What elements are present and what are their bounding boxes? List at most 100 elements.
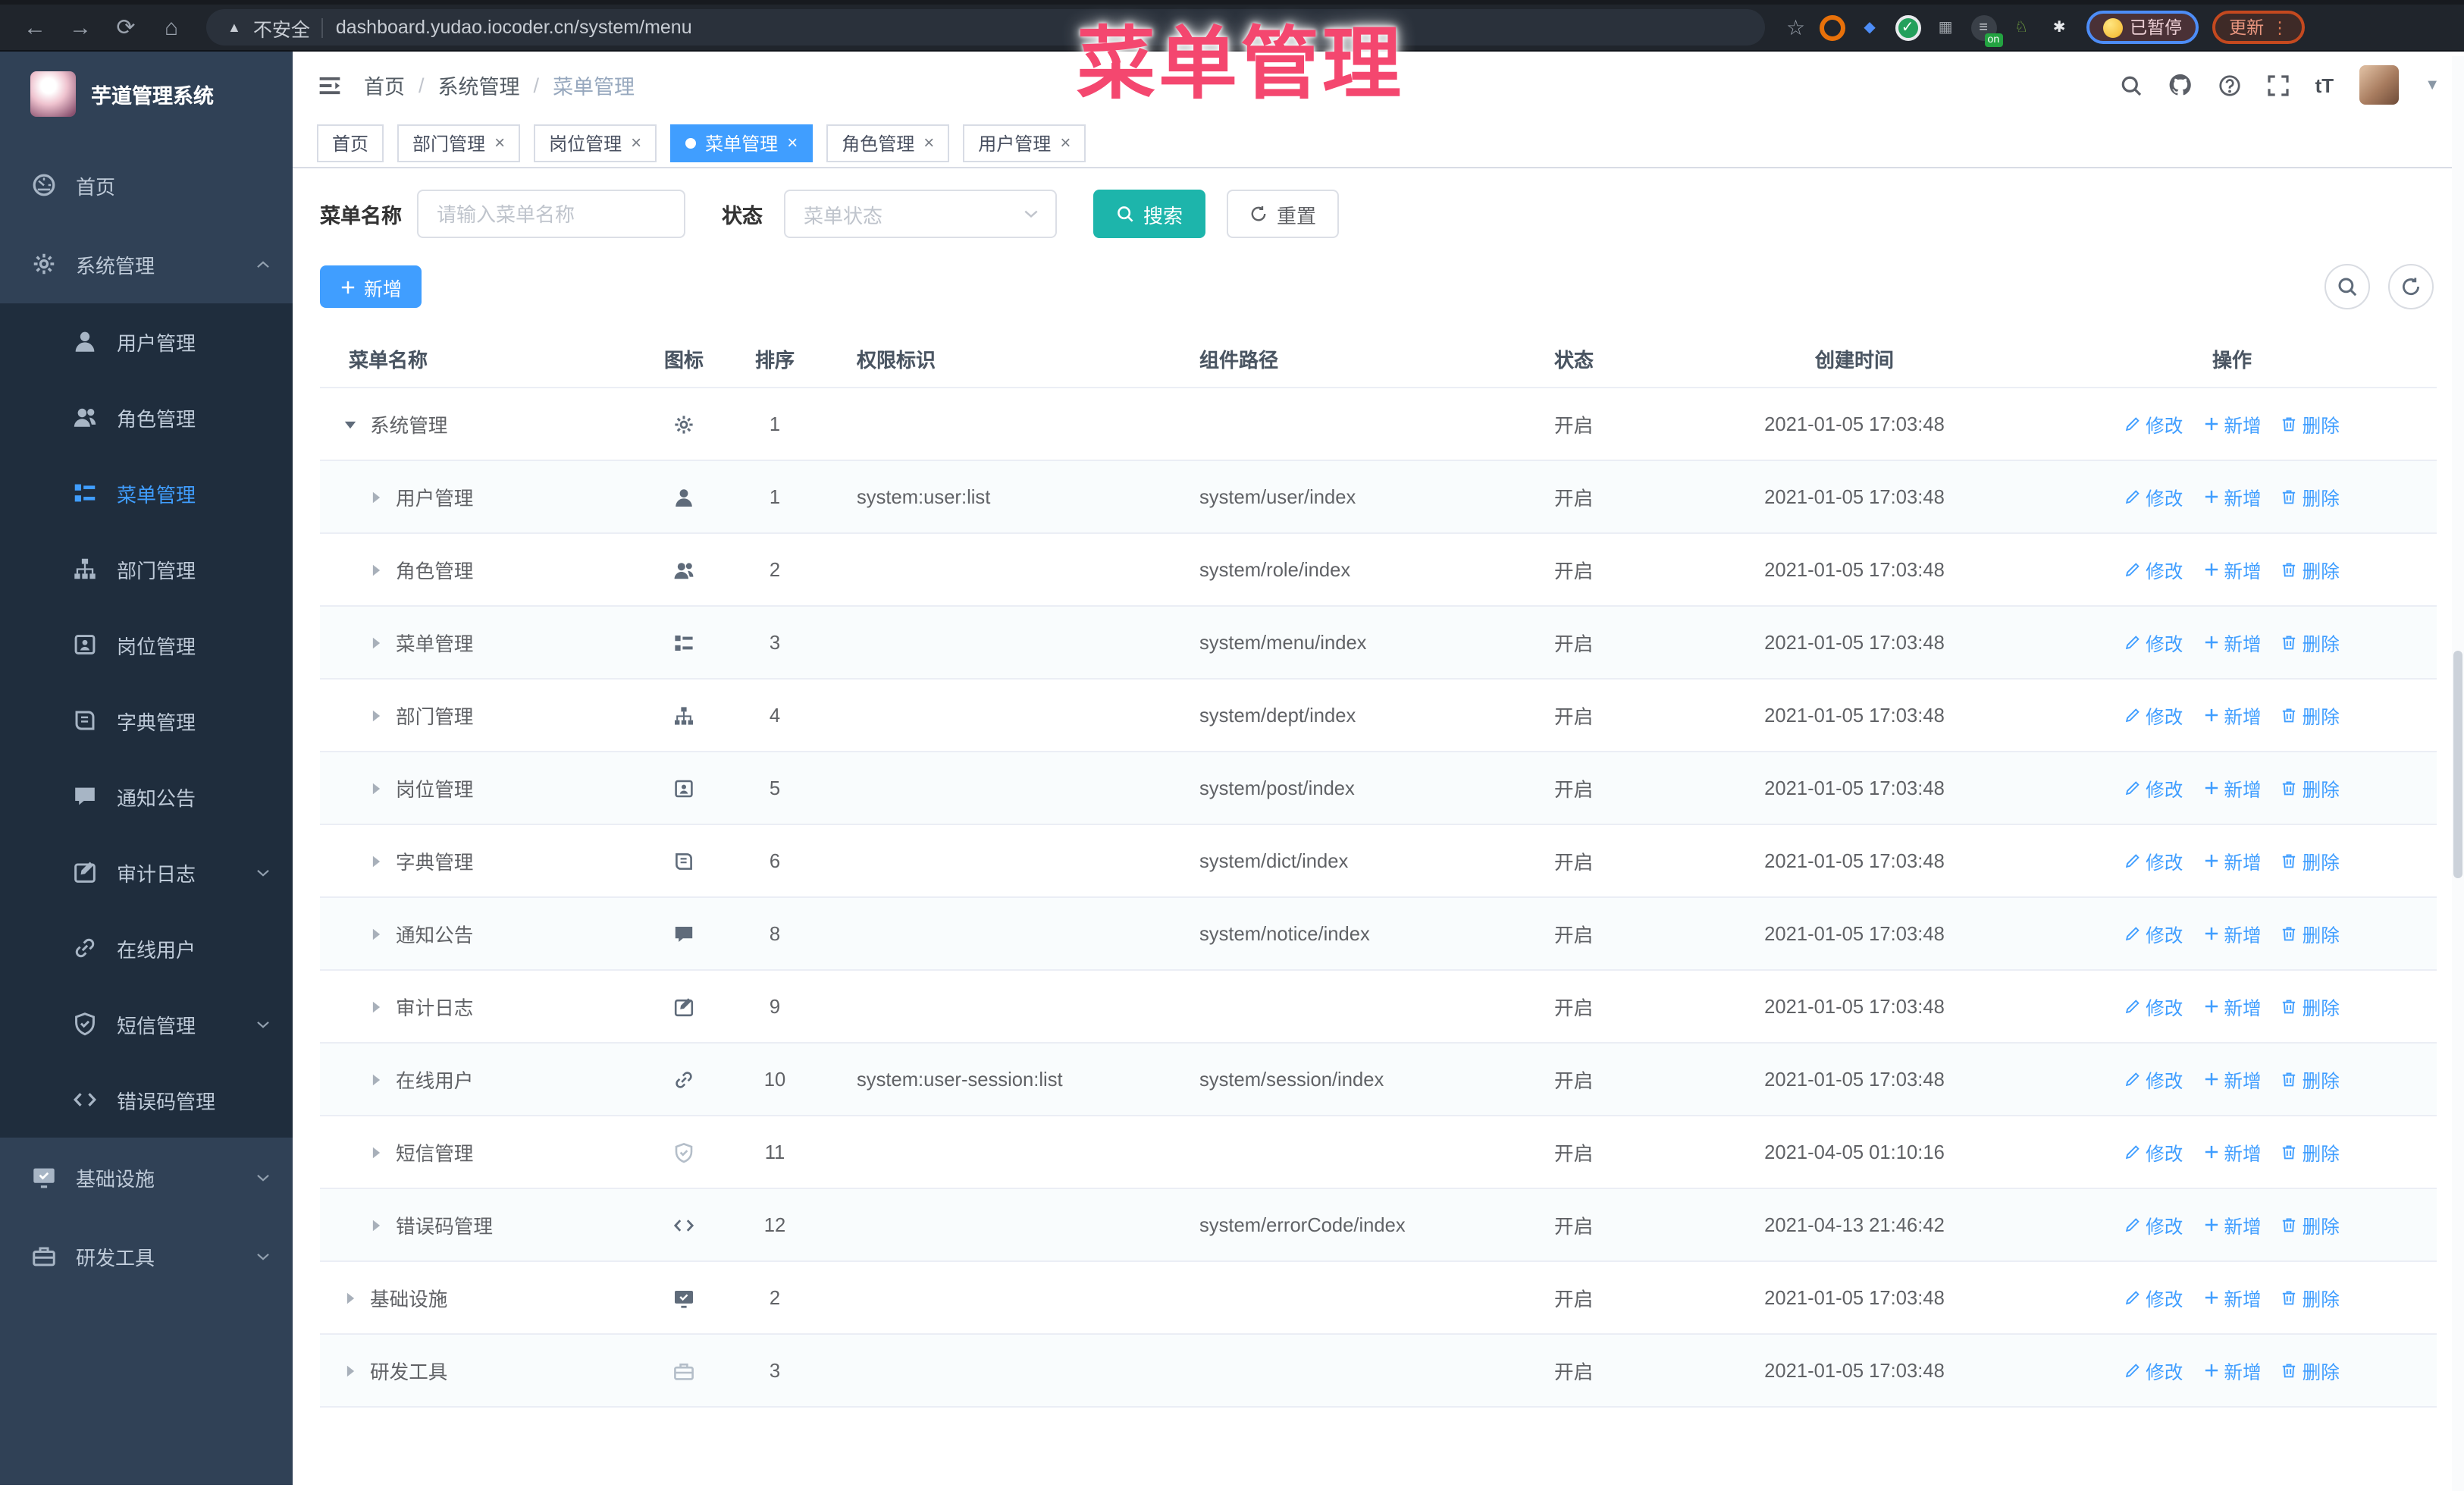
row-action-delete[interactable]: 删除	[2281, 556, 2340, 583]
row-action-delete[interactable]: 删除	[2281, 629, 2340, 656]
sidebar-item-8[interactable]: 通知公告	[0, 758, 293, 834]
expand-row-icon[interactable]	[367, 997, 388, 1015]
update-browser-button[interactable]: 更新 ⋮	[2212, 11, 2306, 44]
row-action-delete[interactable]: 删除	[2281, 483, 2340, 510]
browser-back-icon[interactable]: ←	[15, 9, 55, 46]
row-action-delete[interactable]: 删除	[2281, 774, 2340, 802]
row-action-plus[interactable]: 新增	[2202, 1211, 2262, 1238]
browser-home-icon[interactable]: ⌂	[152, 9, 191, 46]
row-action-edit[interactable]: 修改	[2124, 920, 2183, 947]
row-action-plus[interactable]: 新增	[2202, 1138, 2262, 1166]
row-action-delete[interactable]: 删除	[2281, 702, 2340, 729]
sidebar-item-3[interactable]: 角色管理	[0, 379, 293, 455]
font-size-icon[interactable]: tT	[2315, 74, 2334, 96]
sidebar-item-9[interactable]: 审计日志	[0, 834, 293, 910]
row-action-plus[interactable]: 新增	[2202, 702, 2262, 729]
row-action-delete[interactable]: 删除	[2281, 1357, 2340, 1384]
extension-icon-green-animal[interactable]: ♘	[2008, 14, 2034, 40]
row-action-delete[interactable]: 删除	[2281, 1211, 2340, 1238]
help-icon[interactable]	[2218, 74, 2241, 96]
tab-4[interactable]: 角色管理 ×	[826, 124, 950, 162]
expand-row-icon[interactable]	[367, 852, 388, 870]
expand-row-icon[interactable]	[367, 1143, 388, 1161]
row-action-edit[interactable]: 修改	[2124, 1138, 2183, 1166]
expand-row-icon[interactable]	[341, 1361, 362, 1380]
row-action-plus[interactable]: 新增	[2202, 629, 2262, 656]
expand-row-icon[interactable]	[367, 779, 388, 797]
row-action-plus[interactable]: 新增	[2202, 556, 2262, 583]
row-action-plus[interactable]: 新增	[2202, 993, 2262, 1020]
reset-button[interactable]: 重置	[1227, 190, 1340, 238]
sidebar-item-14[interactable]: 研发工具	[0, 1216, 293, 1295]
row-action-delete[interactable]: 删除	[2281, 410, 2340, 438]
show-search-button[interactable]	[2324, 264, 2370, 309]
add-button[interactable]: 新增	[320, 265, 422, 308]
avatar-caret-icon[interactable]: ▼	[2425, 77, 2440, 93]
sidebar-item-10[interactable]: 在线用户	[0, 910, 293, 986]
user-avatar[interactable]	[2359, 65, 2400, 105]
tab-0[interactable]: 首页	[317, 124, 384, 162]
row-action-plus[interactable]: 新增	[2202, 774, 2262, 802]
expand-row-icon[interactable]	[367, 560, 388, 579]
expand-row-icon[interactable]	[367, 1070, 388, 1088]
row-action-plus[interactable]: 新增	[2202, 1066, 2262, 1093]
scrollbar-thumb[interactable]	[2453, 651, 2462, 878]
row-action-edit[interactable]: 修改	[2124, 483, 2183, 510]
row-action-plus[interactable]: 新增	[2202, 410, 2262, 438]
expand-row-icon[interactable]	[367, 488, 388, 506]
row-action-edit[interactable]: 修改	[2124, 556, 2183, 583]
row-action-delete[interactable]: 删除	[2281, 1138, 2340, 1166]
sidebar-item-6[interactable]: 岗位管理	[0, 607, 293, 683]
row-action-plus[interactable]: 新增	[2202, 847, 2262, 874]
row-action-edit[interactable]: 修改	[2124, 1211, 2183, 1238]
extension-icon-blue-gem[interactable]: ◆	[1857, 14, 1882, 40]
row-action-edit[interactable]: 修改	[2124, 410, 2183, 438]
tab-3[interactable]: 菜单管理 ×	[670, 124, 813, 162]
collapse-sidebar-icon[interactable]	[317, 72, 343, 98]
row-action-edit[interactable]: 修改	[2124, 774, 2183, 802]
fullscreen-icon[interactable]	[2267, 74, 2290, 96]
expand-row-icon[interactable]	[367, 1216, 388, 1234]
search-button[interactable]: 搜索	[1093, 190, 1206, 238]
row-action-edit[interactable]: 修改	[2124, 847, 2183, 874]
extension-icon-gray-tiles[interactable]: ▦	[1933, 14, 1958, 40]
bookmark-star-icon[interactable]: ☆	[1786, 14, 1805, 40]
menu-name-input[interactable]	[417, 190, 685, 238]
expand-row-icon[interactable]	[341, 1289, 362, 1307]
close-tab-icon[interactable]: ×	[631, 133, 641, 152]
row-action-edit[interactable]: 修改	[2124, 1284, 2183, 1311]
extension-icon-orange-ring[interactable]	[1819, 14, 1845, 40]
close-tab-icon[interactable]: ×	[787, 133, 798, 152]
close-tab-icon[interactable]: ×	[923, 133, 934, 152]
page-scrollbar[interactable]	[2452, 56, 2464, 1491]
sidebar-item-7[interactable]: 字典管理	[0, 683, 293, 758]
paused-extension-button[interactable]: 已暂停	[2086, 11, 2199, 44]
row-action-plus[interactable]: 新增	[2202, 483, 2262, 510]
row-action-plus[interactable]: 新增	[2202, 1357, 2262, 1384]
row-action-edit[interactable]: 修改	[2124, 629, 2183, 656]
breadcrumb-item[interactable]: 首页	[364, 70, 405, 100]
expand-row-icon[interactable]	[367, 633, 388, 651]
sidebar-item-2[interactable]: 用户管理	[0, 303, 293, 379]
row-action-edit[interactable]: 修改	[2124, 1066, 2183, 1093]
breadcrumb-item[interactable]: 系统管理	[438, 70, 520, 100]
github-icon[interactable]	[2168, 73, 2193, 97]
row-action-delete[interactable]: 删除	[2281, 920, 2340, 947]
address-bar[interactable]: ▲ 不安全 dashboard.yudao.iocoder.cn/system/…	[206, 9, 1765, 46]
tab-5[interactable]: 用户管理 ×	[963, 124, 1086, 162]
sidebar-item-1[interactable]: 系统管理	[0, 224, 293, 303]
collapse-row-icon[interactable]	[341, 415, 362, 433]
extension-icon-green-check[interactable]: ✓	[1895, 14, 1921, 40]
sidebar-item-12[interactable]: 错误码管理	[0, 1062, 293, 1138]
expand-row-icon[interactable]	[367, 924, 388, 943]
row-action-edit[interactable]: 修改	[2124, 993, 2183, 1020]
browser-reload-icon[interactable]: ⟳	[106, 9, 146, 46]
row-action-delete[interactable]: 删除	[2281, 847, 2340, 874]
browser-forward-icon[interactable]: →	[61, 9, 100, 46]
tab-1[interactable]: 部门管理 ×	[397, 124, 521, 162]
row-action-delete[interactable]: 删除	[2281, 1284, 2340, 1311]
row-action-edit[interactable]: 修改	[2124, 702, 2183, 729]
row-action-plus[interactable]: 新增	[2202, 1284, 2262, 1311]
sidebar-item-4[interactable]: 菜单管理	[0, 455, 293, 531]
extension-icon-dark-on[interactable]: ≡ on	[1970, 14, 2003, 46]
